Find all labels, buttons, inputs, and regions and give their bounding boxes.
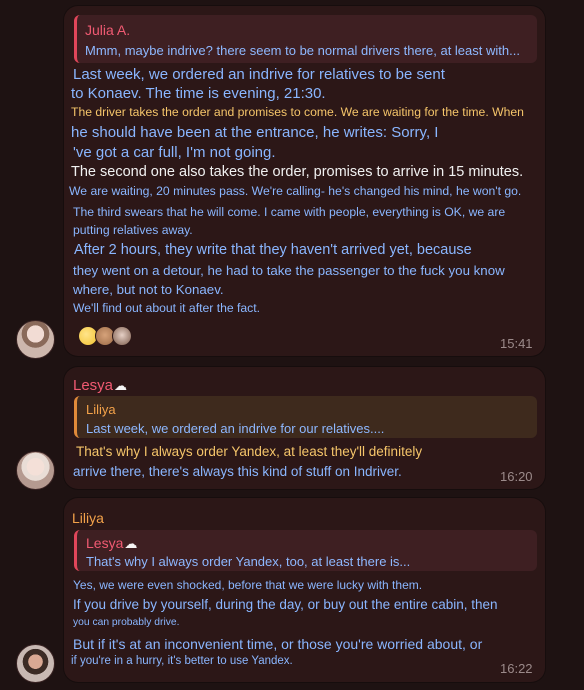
- message-bubble[interactable]: Liliya Lesya☁ That's why I always order …: [64, 498, 545, 682]
- message-text: he should have been at the entrance, he …: [71, 124, 439, 141]
- reply-author: Julia A.: [85, 22, 131, 38]
- message-text: If you drive by yourself, during the day…: [73, 597, 498, 612]
- reply-author: Liliya: [86, 402, 116, 417]
- message-text: The second one also takes the order, pro…: [71, 164, 524, 180]
- reply-text: That's why I always order Yandex, too, a…: [86, 554, 411, 569]
- message-text: 've got a car full, I'm not going.: [73, 144, 276, 161]
- reactions-row[interactable]: [78, 326, 132, 346]
- message-text: The third swears that he will come. I ca…: [73, 205, 506, 219]
- chat-history: Julia A. Mmm, maybe indrive? there seem …: [0, 0, 584, 690]
- message-bubble[interactable]: Lesya☁ Liliya Last week, we ordered an i…: [64, 367, 545, 489]
- reply-text: Last week, we ordered an indrive for our…: [86, 421, 385, 436]
- reply-author-container: Lesya☁: [86, 535, 137, 552]
- message-text: But if it's at an inconvenient time, or …: [73, 636, 483, 652]
- message-text: The driver takes the order and promises …: [71, 105, 524, 119]
- reply-quote[interactable]: Lesya☁ That's why I always order Yandex,…: [74, 530, 537, 571]
- message-text: if you're in a hurry, it's better to use…: [71, 655, 293, 667]
- reply-text: Mmm, maybe indrive? there seem to be nor…: [85, 43, 520, 58]
- message-text: We are waiting, 20 minutes pass. We're c…: [69, 184, 522, 198]
- user-avatar-icon[interactable]: [112, 326, 132, 346]
- message-text: Last week, we ordered an indrive for rel…: [73, 66, 445, 83]
- avatar[interactable]: [16, 644, 55, 683]
- message-text: That's why I always order Yandex, at lea…: [76, 444, 423, 459]
- avatar[interactable]: [16, 451, 55, 490]
- message-text: Yes, we were even shocked, before that w…: [73, 578, 423, 592]
- reply-author: Lesya: [86, 535, 124, 551]
- message-text: putting relatives away.: [73, 223, 193, 237]
- sender-name-text: Lesya: [73, 377, 114, 394]
- sender-name[interactable]: Liliya: [72, 510, 104, 526]
- message-text: they went on a detour, he had to take th…: [73, 263, 505, 278]
- message-time: 16:22: [500, 661, 533, 676]
- message-text: After 2 hours, they write that they have…: [74, 242, 472, 258]
- cloud-icon: ☁: [114, 378, 128, 393]
- reply-quote[interactable]: Julia A. Mmm, maybe indrive? there seem …: [74, 15, 537, 63]
- message-text: to Konaev. The time is evening, 21:30.: [71, 85, 326, 102]
- message-text: you can probably drive.: [73, 617, 180, 628]
- cloud-icon: ☁: [124, 536, 138, 551]
- message-time: 15:41: [500, 336, 533, 351]
- message-text: arrive there, there's always this kind o…: [73, 464, 402, 479]
- reply-quote[interactable]: Liliya Last week, we ordered an indrive …: [74, 396, 537, 438]
- message-time: 16:20: [500, 469, 533, 484]
- avatar[interactable]: [16, 320, 55, 359]
- message-text: We'll find out about it after the fact.: [73, 301, 261, 315]
- sender-name[interactable]: Lesya☁: [73, 377, 127, 394]
- message-bubble[interactable]: Julia A. Mmm, maybe indrive? there seem …: [64, 6, 545, 356]
- message-text: where, but not to Konaev.: [73, 282, 224, 297]
